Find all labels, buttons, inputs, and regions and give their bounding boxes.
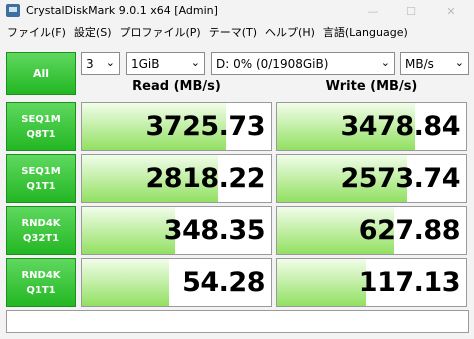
- test-count-select[interactable]: 3 ⌄: [81, 52, 120, 75]
- chevron-down-icon: ⌄: [190, 56, 200, 69]
- result-write-cell: 2573.74: [276, 154, 467, 203]
- chevron-down-icon: ⌄: [105, 56, 115, 69]
- chevron-down-icon: ⌄: [454, 56, 464, 69]
- result-read-cell: 3725.73: [81, 102, 272, 151]
- drive-value: D: 0% (0/1908GiB): [216, 56, 329, 71]
- write-value: 2573.74: [340, 163, 461, 194]
- run-all-button[interactable]: All: [6, 52, 76, 95]
- read-value: 2818.22: [145, 163, 266, 194]
- test-size-select[interactable]: 1GiB ⌄: [126, 52, 205, 75]
- drive-select[interactable]: D: 0% (0/1908GiB) ⌄: [211, 52, 395, 75]
- menu-theme[interactable]: テーマ(T): [205, 24, 261, 40]
- result-read-cell: 54.28: [81, 258, 272, 307]
- write-value: 3478.84: [340, 111, 461, 142]
- test-name: RND4K: [21, 217, 61, 229]
- close-button[interactable]: ✕: [432, 0, 470, 22]
- menu-settings[interactable]: 設定(S): [70, 24, 116, 40]
- result-read-cell: 348.35: [81, 206, 272, 255]
- test-seq1m-q1t1-button[interactable]: SEQ1M Q1T1: [6, 154, 76, 203]
- maximize-button[interactable]: ☐: [392, 0, 430, 22]
- menu-profile[interactable]: プロファイル(P): [116, 24, 205, 40]
- minimize-button[interactable]: —: [354, 0, 392, 22]
- write-column-header: Write (MB/s): [325, 79, 418, 94]
- read-level-bar: [82, 259, 169, 306]
- test-queue: Q32T1: [22, 232, 60, 244]
- read-value: 3725.73: [145, 111, 266, 142]
- read-value: 54.28: [182, 267, 265, 298]
- test-name: SEQ1M: [21, 113, 61, 125]
- result-write-cell: 117.13: [276, 258, 467, 307]
- result-read-cell: 2818.22: [81, 154, 272, 203]
- test-rnd4k-q1t1-button[interactable]: RND4K Q1T1: [6, 258, 76, 307]
- read-level-bar: [82, 207, 175, 254]
- read-value: 348.35: [163, 215, 266, 246]
- chevron-down-icon: ⌄: [380, 56, 390, 69]
- write-value: 627.88: [358, 215, 461, 246]
- unit-select[interactable]: MB/s ⌄: [400, 52, 469, 75]
- read-column-header: Read (MB/s): [132, 79, 221, 94]
- unit-value: MB/s: [405, 56, 434, 71]
- menu-bar: ファイル(F) 設定(S) プロファイル(P) テーマ(T) ヘルプ(H) 言語…: [0, 22, 474, 41]
- test-size-value: 1GiB: [131, 56, 160, 71]
- test-count-value: 3: [86, 56, 94, 71]
- result-write-cell: 627.88: [276, 206, 467, 255]
- test-queue: Q8T1: [26, 128, 56, 140]
- menu-language[interactable]: 言語(Language): [319, 24, 412, 40]
- test-seq1m-q8t1-button[interactable]: SEQ1M Q8T1: [6, 102, 76, 151]
- write-level-bar: [277, 259, 366, 306]
- app-icon: [6, 4, 20, 17]
- test-queue: Q1T1: [26, 180, 56, 192]
- test-name: RND4K: [21, 269, 61, 281]
- menu-file[interactable]: ファイル(F): [3, 24, 70, 40]
- result-write-cell: 3478.84: [276, 102, 467, 151]
- window-title: CrystalDiskMark 9.0.1 x64 [Admin]: [26, 4, 218, 17]
- test-name: SEQ1M: [21, 165, 61, 177]
- title-bar: CrystalDiskMark 9.0.1 x64 [Admin] — ☐ ✕: [0, 0, 474, 22]
- write-value: 117.13: [358, 267, 461, 298]
- menu-help[interactable]: ヘルプ(H): [261, 24, 319, 40]
- test-rnd4k-q32t1-button[interactable]: RND4K Q32T1: [6, 206, 76, 255]
- comment-input[interactable]: [6, 310, 469, 333]
- test-queue: Q1T1: [26, 284, 56, 296]
